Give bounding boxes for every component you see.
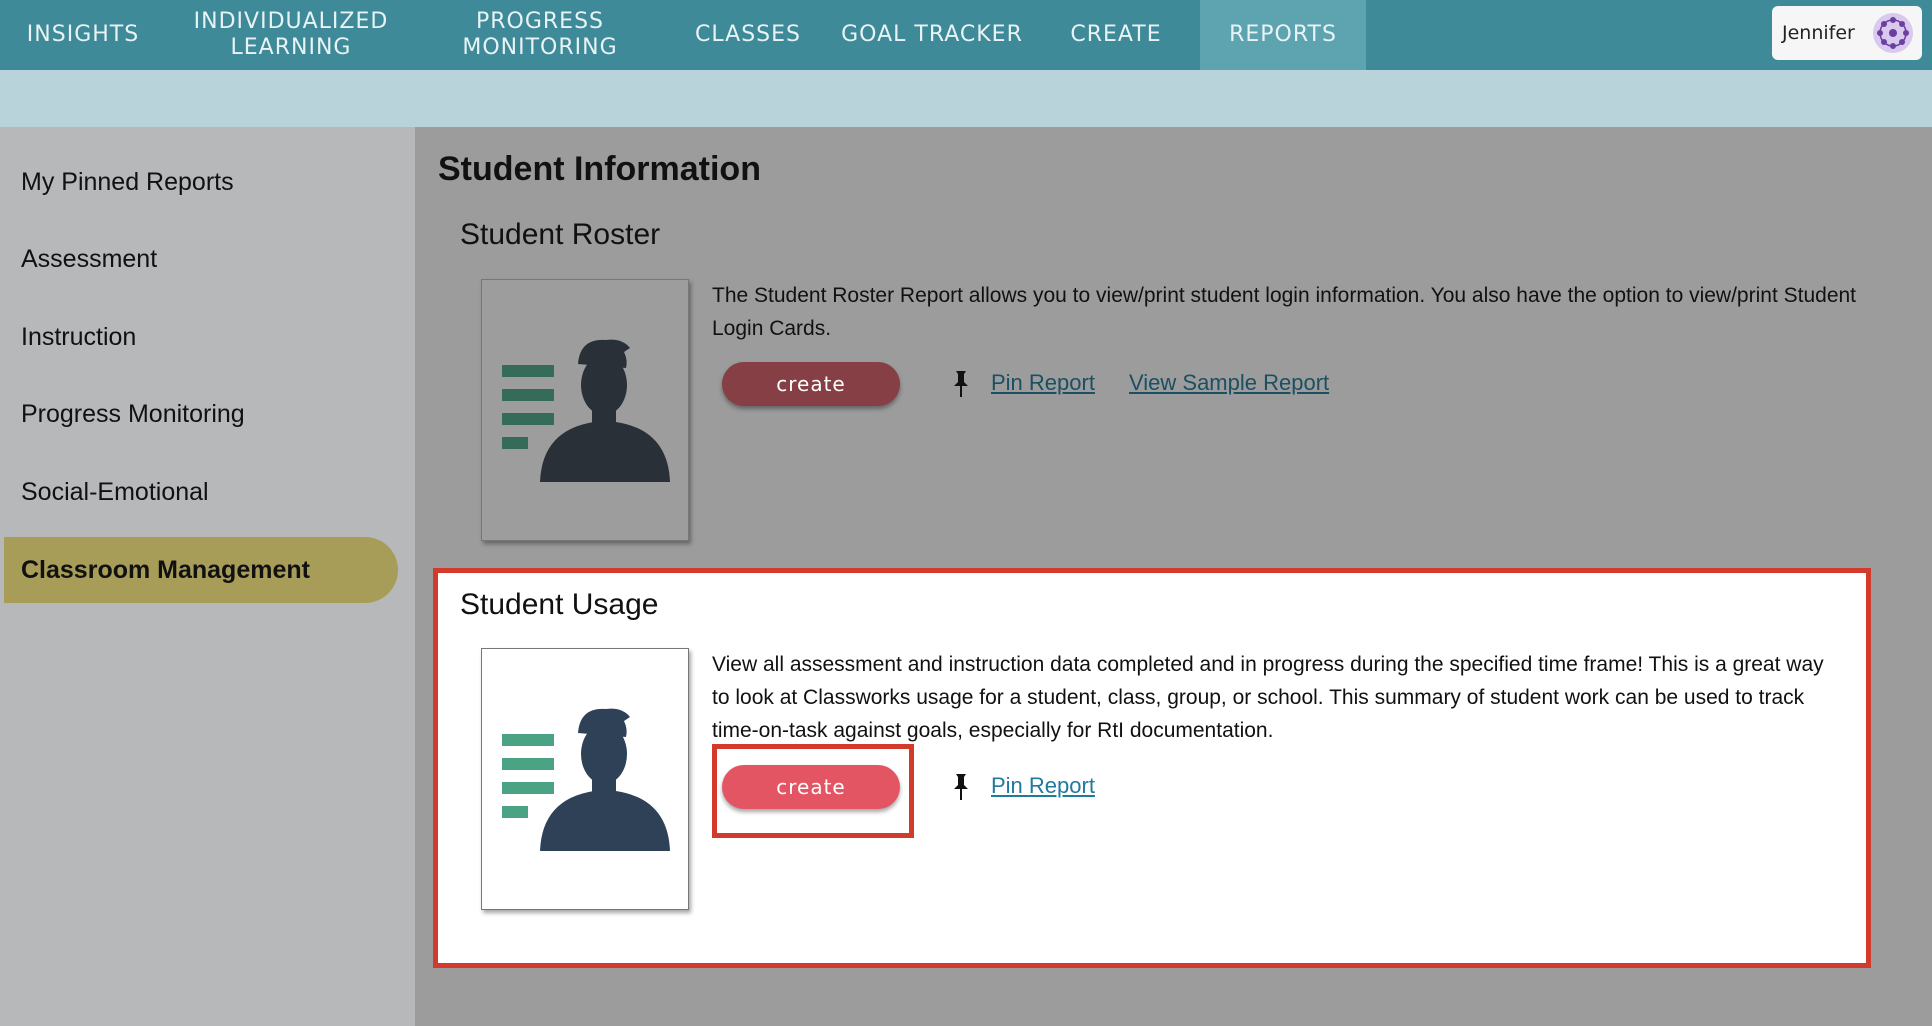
student-report-icon [502,339,670,482]
avatar-pattern-icon [1873,13,1913,53]
sidebar-item-instruction[interactable]: Instruction [4,305,398,369]
report-description-student-usage: View all assessment and instruction data… [712,653,1824,742]
report-title-student-usage: Student Usage [460,588,659,621]
sidebar-item-progress-monitoring[interactable]: Progress Monitoring [4,382,398,446]
pin-icon[interactable] [951,370,971,398]
student-roster-pin-report-link[interactable]: Pin Report [991,370,1095,396]
view-sample-report-link[interactable]: View Sample Report [1129,370,1329,396]
student-usage-pin-report-link[interactable]: Pin Report [991,773,1095,799]
nav-create[interactable]: CREATE [1032,0,1200,70]
nav-insights[interactable]: INSIGHTS [0,0,166,70]
pin-icon[interactable] [951,773,971,801]
student-usage-create-button[interactable]: create [722,765,900,809]
sidebar-item-my-pinned-reports[interactable]: My Pinned Reports [4,150,398,214]
top-nav: INSIGHTS INDIVIDUALIZED LEARNING PROGRES… [0,0,1932,70]
sidebar-item-social-emotional[interactable]: Social-Emotional [4,460,398,524]
student-roster-thumbnail [481,279,689,541]
nav-classes[interactable]: CLASSES [664,0,832,70]
sidebar-item-assessment[interactable]: Assessment [4,227,398,291]
user-menu[interactable]: Jennifer [1772,6,1922,60]
report-description-student-roster: The Student Roster Report allows you to … [712,284,1857,340]
sidebar: My Pinned Reports Assessment Instruction… [0,127,415,1026]
nav-progress-monitoring[interactable]: PROGRESS MONITORING [416,0,664,70]
student-roster-create-button[interactable]: create [722,362,900,406]
page-title: Student Information [438,150,761,188]
nav-goal-tracker[interactable]: GOAL TRACKER [832,0,1032,70]
user-name: Jennifer [1782,22,1855,44]
report-title-student-roster: Student Roster [460,218,661,251]
student-usage-thumbnail [481,648,689,910]
sidebar-item-classroom-management[interactable]: Classroom Management [4,537,398,603]
nav-reports[interactable]: REPORTS [1200,0,1366,70]
student-report-icon [502,708,670,851]
nav-individualized-learning[interactable]: INDIVIDUALIZED LEARNING [166,0,416,70]
sub-toolbar [0,70,1932,127]
